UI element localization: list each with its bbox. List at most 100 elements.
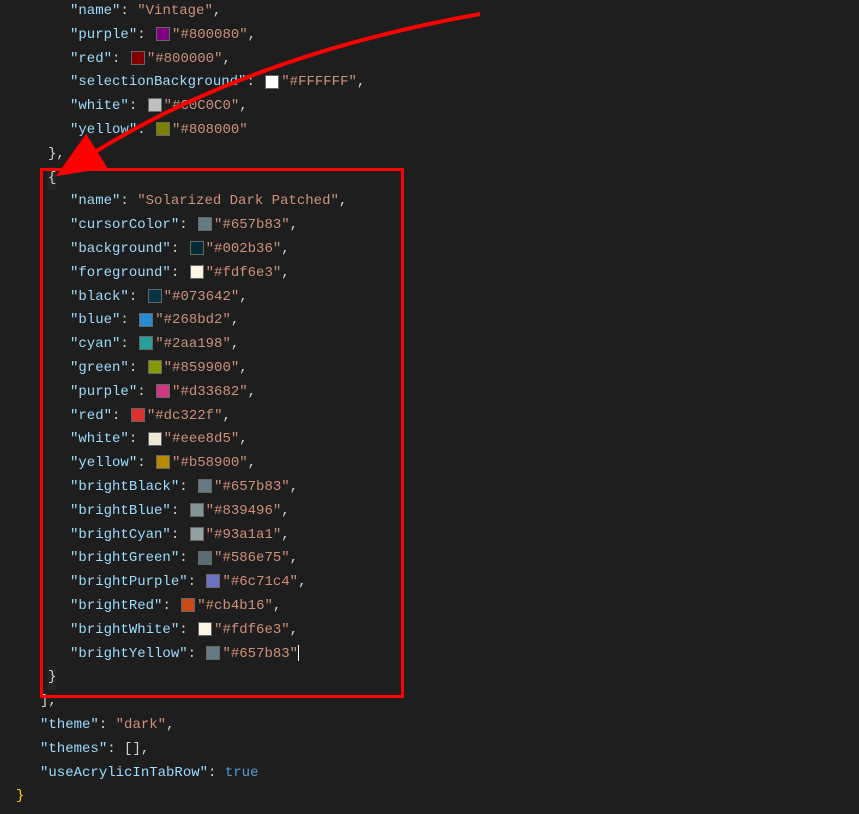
- json-key: yellow: [78, 455, 128, 471]
- code-line[interactable]: "cursorColor": "#657b83",: [0, 214, 859, 238]
- json-key: background: [78, 241, 162, 257]
- code-line[interactable]: {: [0, 167, 859, 191]
- json-key: brightWhite: [78, 622, 170, 638]
- json-key: theme: [48, 717, 90, 733]
- json-key: red: [78, 51, 103, 67]
- color-swatch-icon: [206, 574, 220, 588]
- color-swatch-icon: [156, 455, 170, 469]
- json-value: #657b83: [222, 217, 281, 233]
- code-line[interactable]: "brightCyan": "#93a1a1",: [0, 524, 859, 548]
- code-line[interactable]: "theme": "dark",: [0, 714, 859, 738]
- json-key: brightRed: [78, 598, 154, 614]
- code-line[interactable]: "blue": "#268bd2",: [0, 309, 859, 333]
- json-key: black: [78, 289, 120, 305]
- code-line[interactable]: "brightBlue": "#839496",: [0, 500, 859, 524]
- json-key: white: [78, 98, 120, 114]
- code-line[interactable]: "brightBlack": "#657b83",: [0, 476, 859, 500]
- code-line[interactable]: "background": "#002b36",: [0, 238, 859, 262]
- color-swatch-icon: [198, 217, 212, 231]
- json-key: brightPurple: [78, 574, 179, 590]
- code-line[interactable]: "purple": "#800080",: [0, 24, 859, 48]
- json-key: blue: [78, 312, 112, 328]
- json-value: #93a1a1: [214, 527, 273, 543]
- code-line[interactable]: "white": "#eee8d5",: [0, 428, 859, 452]
- code-line[interactable]: "brightPurple": "#6c71c4",: [0, 571, 859, 595]
- color-swatch-icon: [148, 432, 162, 446]
- json-key: purple: [78, 27, 128, 43]
- json-value: #800080: [180, 27, 239, 43]
- color-swatch-icon: [148, 360, 162, 374]
- code-line[interactable]: "brightWhite": "#fdf6e3",: [0, 619, 859, 643]
- code-line[interactable]: "white": "#C0C0C0",: [0, 95, 859, 119]
- color-swatch-icon: [190, 265, 204, 279]
- json-value: #6c71c4: [231, 574, 290, 590]
- json-value: #268bd2: [164, 312, 223, 328]
- json-value: #2aa198: [164, 336, 223, 352]
- color-swatch-icon: [156, 122, 170, 136]
- json-value: #FFFFFF: [290, 74, 349, 90]
- color-swatch-icon: [131, 51, 145, 65]
- json-value: #657b83: [222, 479, 281, 495]
- code-line[interactable]: },: [0, 143, 859, 167]
- color-swatch-icon: [139, 313, 153, 327]
- code-line[interactable]: "red": "#dc322f",: [0, 405, 859, 429]
- json-key: useAcrylicInTabRow: [48, 765, 199, 781]
- color-swatch-icon: [181, 598, 195, 612]
- code-line[interactable]: }: [0, 666, 859, 690]
- json-key: name: [78, 3, 112, 19]
- json-value: #800000: [155, 51, 214, 67]
- code-line[interactable]: "red": "#800000",: [0, 48, 859, 72]
- json-key: cyan: [78, 336, 112, 352]
- json-value: #fdf6e3: [222, 622, 281, 638]
- json-key: brightBlue: [78, 503, 162, 519]
- json-value: #eee8d5: [172, 431, 231, 447]
- json-value: #fdf6e3: [214, 265, 273, 281]
- json-key: themes: [48, 741, 98, 757]
- code-line[interactable]: "foreground": "#fdf6e3",: [0, 262, 859, 286]
- code-line[interactable]: "purple": "#d33682",: [0, 381, 859, 405]
- json-key: cursorColor: [78, 217, 170, 233]
- code-line[interactable]: "black": "#073642",: [0, 286, 859, 310]
- json-value: #b58900: [180, 455, 239, 471]
- json-value: #657b83: [231, 646, 290, 662]
- color-swatch-icon: [190, 241, 204, 255]
- code-line[interactable]: ],: [0, 690, 859, 714]
- json-value: Solarized Dark Patched: [146, 193, 331, 209]
- json-value: #859900: [172, 360, 231, 376]
- color-swatch-icon: [190, 503, 204, 517]
- json-key: white: [78, 431, 120, 447]
- color-swatch-icon: [156, 27, 170, 41]
- code-line[interactable]: "brightYellow": "#657b83": [0, 643, 859, 667]
- json-value: #002b36: [214, 241, 273, 257]
- color-swatch-icon: [198, 479, 212, 493]
- code-editor[interactable]: "name": "Vintage", "purple": "#800080", …: [0, 0, 859, 809]
- code-line[interactable]: "selectionBackground": "#FFFFFF",: [0, 71, 859, 95]
- code-line[interactable]: "name": "Vintage",: [0, 0, 859, 24]
- json-key: green: [78, 360, 120, 376]
- json-key: purple: [78, 384, 128, 400]
- code-line[interactable]: "green": "#859900",: [0, 357, 859, 381]
- code-line[interactable]: "brightRed": "#cb4b16",: [0, 595, 859, 619]
- color-swatch-icon: [148, 98, 162, 112]
- json-key: foreground: [78, 265, 162, 281]
- json-value: #C0C0C0: [172, 98, 231, 114]
- color-swatch-icon: [131, 408, 145, 422]
- color-swatch-icon: [265, 75, 279, 89]
- json-value: #dc322f: [155, 408, 214, 424]
- json-key: yellow: [78, 122, 128, 138]
- code-line[interactable]: "yellow": "#b58900",: [0, 452, 859, 476]
- color-swatch-icon: [198, 622, 212, 636]
- code-line[interactable]: "name": "Solarized Dark Patched",: [0, 190, 859, 214]
- text-cursor-icon: [298, 645, 299, 661]
- code-line[interactable]: "yellow": "#808000": [0, 119, 859, 143]
- json-key: brightBlack: [78, 479, 170, 495]
- code-line[interactable]: }: [0, 785, 859, 809]
- color-swatch-icon: [206, 646, 220, 660]
- code-line[interactable]: "themes": [],: [0, 738, 859, 762]
- code-line[interactable]: "useAcrylicInTabRow": true: [0, 762, 859, 786]
- json-value: dark: [124, 717, 158, 733]
- color-swatch-icon: [198, 551, 212, 565]
- color-swatch-icon: [148, 289, 162, 303]
- code-line[interactable]: "cyan": "#2aa198",: [0, 333, 859, 357]
- code-line[interactable]: "brightGreen": "#586e75",: [0, 547, 859, 571]
